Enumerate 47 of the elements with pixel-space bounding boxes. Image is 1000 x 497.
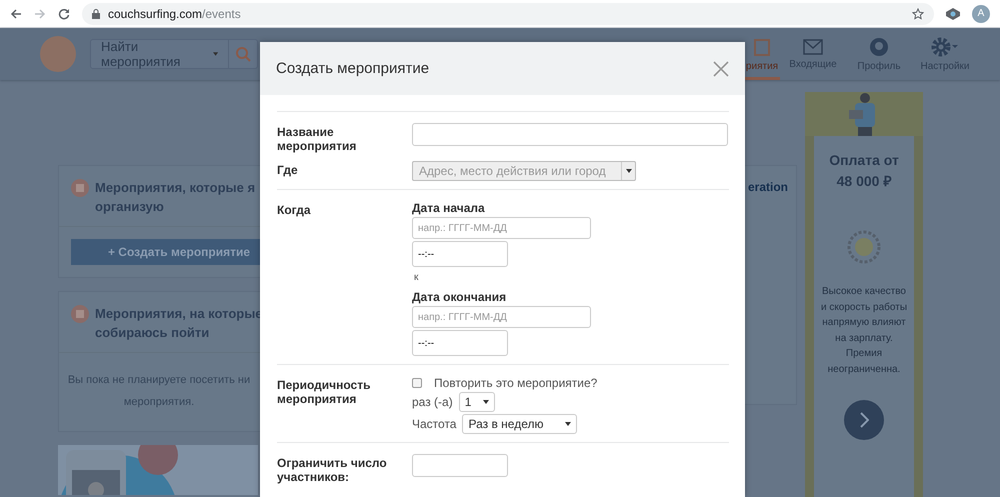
start-time-input[interactable]: --:-- xyxy=(412,241,508,267)
repeat-checkbox[interactable] xyxy=(412,378,422,388)
end-time-input[interactable]: --:-- xyxy=(412,330,508,356)
reload-icon[interactable] xyxy=(58,8,70,20)
field-label: Название мероприятия xyxy=(277,124,358,153)
star-icon[interactable] xyxy=(912,8,924,20)
location-combobox[interactable]: Адрес, место действия или город xyxy=(412,161,636,181)
forward-icon[interactable] xyxy=(34,8,46,20)
frequency-select[interactable]: Раз в неделю xyxy=(462,414,578,434)
chevron-right-icon xyxy=(859,412,869,428)
field-label: Ограничить число участников: xyxy=(277,455,388,484)
eye-icon[interactable] xyxy=(946,8,960,20)
ad-text: Высокое качество и скорость работы напрямую влияют на зарплату. Премия неограниченна. xyxy=(820,285,908,377)
ad-headline: Оплата от 48 000 ₽ xyxy=(829,151,899,191)
back-icon[interactable] xyxy=(10,8,22,20)
close-icon[interactable] xyxy=(713,60,729,76)
lock-icon xyxy=(92,8,100,18)
times-select[interactable]: 1 xyxy=(458,392,495,412)
emblem-icon xyxy=(847,230,881,264)
card-title: eration xyxy=(746,179,789,194)
field-label: Частота xyxy=(412,417,456,431)
search-bar[interactable]: Найти мероприятия xyxy=(90,39,258,69)
address-bar[interactable]: couchsurfing.com/events xyxy=(82,2,934,24)
card-title: Мероприятия, на которые собираюсь пойти xyxy=(95,305,263,342)
field-label: раз (-а) xyxy=(412,395,453,409)
dialog-title: Создать мероприятие xyxy=(276,60,430,77)
mail-icon xyxy=(803,38,823,54)
start-date-input[interactable]: напр.: ГГГГ-ММ-ДД xyxy=(412,217,591,239)
participants-limit-input[interactable] xyxy=(412,454,508,477)
checkbox-label: Повторить это мероприятие? xyxy=(434,376,598,390)
card-title: Мероприятия, которые я организую xyxy=(95,179,256,216)
caret-icon xyxy=(565,422,572,426)
event-name-input[interactable] xyxy=(412,123,728,146)
field-label: Периодичность мероприятия xyxy=(277,377,372,406)
gear-icon xyxy=(931,36,959,56)
caret-icon xyxy=(482,400,489,404)
field-label: Дата начала xyxy=(412,201,486,215)
field-label: Где xyxy=(277,162,299,177)
caret-icon xyxy=(626,169,632,173)
profile-avatar[interactable]: A xyxy=(972,4,990,22)
range-separator: к xyxy=(413,271,420,285)
field-label: Когда xyxy=(277,202,312,217)
end-date-input[interactable]: напр.: ГГГГ-ММ-ДД xyxy=(412,306,591,328)
next-button[interactable] xyxy=(844,400,884,440)
field-label: Дата окончания xyxy=(412,290,508,304)
ad-banner[interactable]: Оплата от 48 000 ₽ Высокое качество и скорость работы напрямую влияют на зарплату. Премия неограниченна. xyxy=(805,92,923,497)
caret-icon xyxy=(212,52,218,56)
